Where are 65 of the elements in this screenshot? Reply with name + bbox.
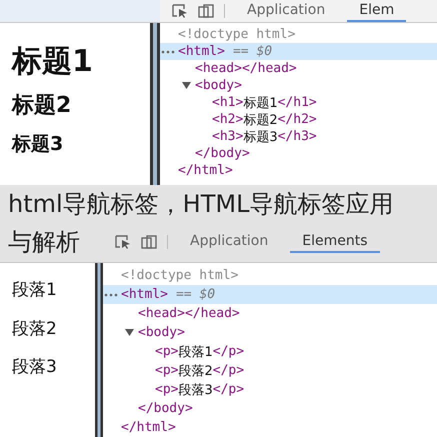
devtools-tab[interactable]: Application [178,231,280,253]
tag-text: <body> [138,325,185,340]
tag-text: </h3> [278,129,317,144]
paragraph-text: 段落2 [12,320,58,338]
dom-node-row[interactable]: <html> == $0 [103,285,437,304]
inspect-icon[interactable] [172,4,188,18]
tag-text: <html> [178,44,225,59]
tag-text: </body> [138,401,193,416]
tag-text: <p> [155,363,178,378]
element-text: 标题3 [243,128,278,146]
heading-text: 标题3 [12,134,64,156]
devtools-tab[interactable]: Application [235,0,338,22]
dom-node-row[interactable]: <html> == $0 [160,43,437,60]
tag-text: <h3> [212,129,244,144]
paragraph-text: 段落3 [12,358,58,378]
dom-node-row[interactable]: <body> [160,77,437,94]
ellipsis-icon [104,292,118,296]
element-text: 标题2 [243,112,278,128]
tag-text: </h1> [278,95,317,110]
tag-text: </body> [195,146,250,161]
tag-text: <h2> [212,112,244,127]
element-text: 段落1 [178,344,213,360]
doctype-line: <!doctype html> [121,268,238,283]
inspect-icon[interactable] [115,235,131,249]
dom-node-row[interactable]: <h3>标题3</h3> [160,128,437,145]
tag-text: </html> [121,420,176,435]
tag-text: <html> [121,287,168,302]
dom-node-row[interactable]: <head></head> [103,304,437,323]
paragraph-text: 段落1 [12,281,58,300]
doctype-line: <!doctype html> [178,27,296,42]
dom-node-row[interactable]: <p>段落2</p> [103,361,437,380]
selected-marker-text: == $0 [232,44,272,59]
element-text: 标题1 [243,94,278,112]
device-icon[interactable] [141,235,157,249]
dom-node-row[interactable]: <p>段落1</p> [103,342,437,361]
tag-text: <p> [155,382,178,397]
tag-text: <head> [195,61,242,76]
tag-text: <head> [138,306,185,321]
tag-text: </html> [178,163,233,178]
heading-text: 标题2 [12,94,72,118]
caption-text: html导航标签，HTML导航标签应用 [8,188,394,220]
dom-node-row[interactable]: <body> [103,323,437,342]
tag-text: </head> [242,61,297,76]
tag-text: <h1> [212,95,244,110]
expanded-triangle-icon[interactable] [182,81,191,90]
dom-node-row[interactable]: <h1>标题1</h1> [160,94,437,111]
dom-node-row[interactable]: <head></head> [160,60,437,77]
ellipsis-icon [161,50,175,54]
tag-text: <body> [195,78,242,93]
devtools-tab[interactable]: Elements [290,231,380,253]
tag-text: </p> [212,382,244,397]
element-text: 段落2 [178,362,213,380]
heading-text: 标题1 [12,45,94,78]
caption-text: 与解析 [8,227,80,258]
tag-text: <p> [155,344,178,359]
tag-text: </head> [184,306,240,321]
tag-text: </p> [212,363,244,378]
tag-text: </h2> [278,112,317,127]
dom-node-row[interactable]: <h2>标题2</h2> [160,111,437,128]
element-text: 段落3 [178,382,213,398]
selected-marker-text: == $0 [176,287,216,302]
tag-text: </p> [212,344,244,359]
dom-node-row[interactable]: <p>段落3</p> [103,380,437,399]
device-icon[interactable] [198,4,214,18]
expanded-triangle-icon[interactable] [125,328,134,337]
